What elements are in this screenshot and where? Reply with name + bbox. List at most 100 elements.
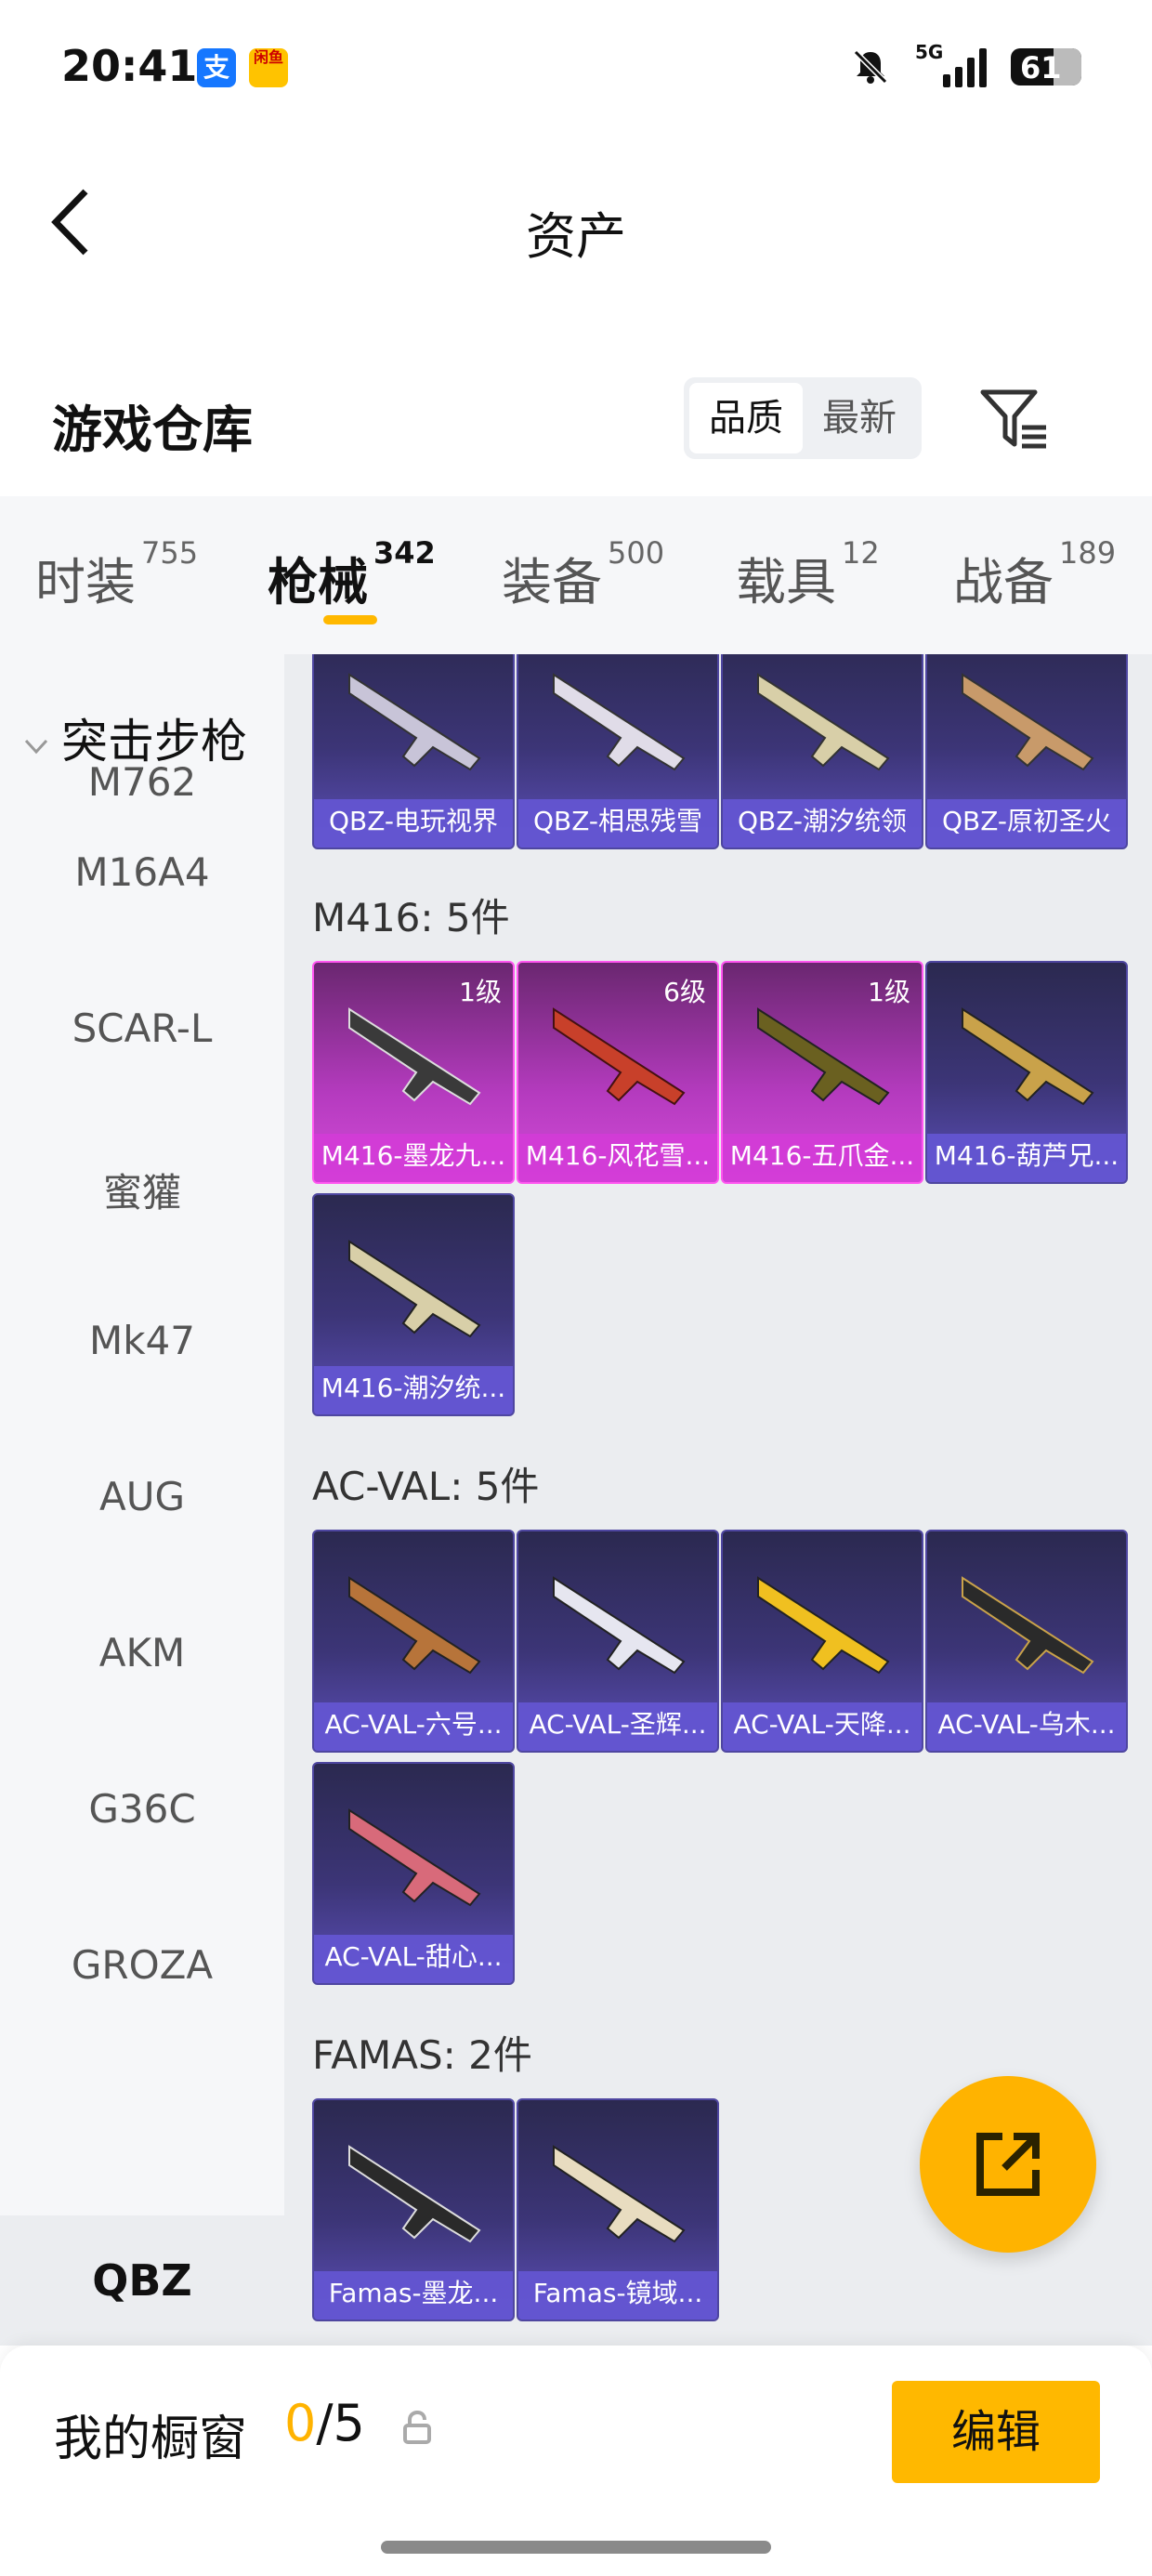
share-external-icon [976,2133,1040,2196]
network-label: 5G [915,41,944,63]
weapon-card[interactable]: Famas-墨龙... [312,2098,515,2321]
rifle-icon [553,1007,686,1106]
rifle-icon [553,673,686,771]
rifle-icon [962,1007,1094,1106]
tab-equipment[interactable]: 装备 500 [502,535,664,614]
showcase-bar: 我的橱窗 0/5 编辑 [0,2346,1152,2576]
sidebar-item-m762[interactable]: M762 [0,762,284,803]
tab-vehicles[interactable]: 载具 12 [736,535,880,614]
weapon-name: AC-VAL-乌木... [927,1702,1126,1751]
sort-toggle: 品质 最新 [684,377,922,459]
rifle-icon [757,1576,890,1675]
chevron-down-icon [24,739,48,754]
weapon-card[interactable]: QBZ-相思残雪 [517,654,719,849]
weapon-name: Famas-墨龙... [314,2271,513,2320]
status-bar: 20:41 支 闲鱼 5G 61 [0,0,1152,130]
rifle-icon [553,1576,686,1675]
signal-icon: 5G [915,41,987,87]
weapon-card[interactable]: AC-VAL-圣辉... [517,1530,719,1753]
weapon-name: M416-墨龙九... [314,1134,513,1182]
weapon-card[interactable]: AC-VAL-乌木... [925,1530,1128,1753]
weapon-name: M416-潮汐统... [314,1366,513,1414]
rifle-icon [962,1576,1094,1675]
weapon-name: QBZ-原初圣火 [927,799,1126,848]
showcase-total: /5 [316,2394,365,2452]
bell-muted-icon [853,49,888,85]
warehouse-header: 游戏仓库 品质 最新 [0,353,1152,483]
sort-quality-button[interactable]: 品质 [689,383,803,453]
tab-fashion[interactable]: 时装 755 [35,535,198,614]
tab-count: 755 [141,535,199,571]
rifle-icon [757,673,890,771]
rifle-icon [757,1007,890,1106]
weapon-name: AC-VAL-六号... [314,1702,513,1751]
weapon-card[interactable]: M416-葫芦兄... [925,961,1128,1184]
rifle-icon [962,673,1094,771]
weapon-type-sidebar: 突击步枪 M762 M16A4 SCAR-L 蜜獾 Mk47 AUG AKM G… [0,654,284,2346]
weapon-card[interactable]: 1级 M416-墨龙九... [312,961,515,1184]
active-tab-indicator [323,615,377,624]
page-header: 资产 [0,139,1152,307]
weapon-card[interactable]: AC-VAL-天降... [721,1530,923,1753]
category-tabs: 时装 755 枪械 342 装备 500 载具 12 战备 189 [0,496,1152,654]
alipay-icon: 支 [197,48,236,87]
battery-icon: 61 [1011,48,1081,85]
weapon-name: M416-五爪金... [723,1134,922,1182]
weapon-name: M416-风花雪... [518,1134,717,1182]
sidebar-item-g36c[interactable]: G36C [0,1786,284,1832]
weapon-name: AC-VAL-圣辉... [518,1702,717,1751]
weapon-name: QBZ-潮汐统领 [723,799,922,848]
sidebar-item-qbz[interactable]: QBZ [0,2215,284,2346]
home-indicator[interactable] [381,2541,771,2554]
battery-level: 61 [1020,50,1062,85]
weapon-card[interactable]: Famas-镜域... [517,2098,719,2321]
section-title: M416: 5件 [312,895,510,940]
sidebar-item-akm[interactable]: AKM [0,1630,284,1676]
page-title: 资产 [526,207,626,266]
rifle-icon [553,2145,686,2243]
weapon-card[interactable]: QBZ-电玩视界 [312,654,515,849]
weapon-name: QBZ-相思残雪 [518,799,717,848]
rifle-icon [348,2145,481,2243]
sidebar-item-aug[interactable]: AUG [0,1474,284,1519]
showcase-count: 0/5 [284,2394,365,2452]
weapon-card[interactable]: QBZ-潮汐统领 [721,654,923,849]
share-button[interactable] [920,2076,1096,2253]
section-title: FAMAS: 2件 [312,2032,532,2078]
rifle-icon [348,1576,481,1675]
tab-count: 189 [1059,535,1117,571]
weapon-name: AC-VAL-甜心... [314,1935,513,1983]
rifle-icon [348,1240,481,1338]
weapon-card[interactable]: QBZ-原初圣火 [925,654,1128,849]
weapon-name: QBZ-电玩视界 [314,799,513,848]
weapon-card[interactable]: 1级 M416-五爪金... [721,961,923,1184]
weapon-card[interactable]: AC-VAL-甜心... [312,1762,515,1985]
sidebar-item-m16a4[interactable]: M16A4 [0,849,284,895]
showcase-current: 0 [284,2394,317,2452]
lock-icon [403,2410,431,2444]
tab-supplies[interactable]: 战备 189 [953,535,1116,614]
weapon-name: Famas-镜域... [518,2271,717,2320]
weapon-card[interactable]: M416-潮汐统... [312,1193,515,1416]
sidebar-item-groza[interactable]: GROZA [0,1942,284,1988]
sidebar-item-mk47[interactable]: Mk47 [0,1318,284,1363]
weapon-card[interactable]: 6级 M416-风花雪... [517,961,719,1184]
rifle-icon [348,1007,481,1106]
filter-icon[interactable] [979,387,1050,453]
tab-count: 342 [373,535,436,571]
status-time: 20:41 [61,41,198,91]
sort-latest-button[interactable]: 最新 [803,383,916,453]
tab-guns[interactable]: 枪械 342 [268,535,436,614]
rifle-icon [348,1808,481,1907]
sidebar-item-scar-l[interactable]: SCAR-L [0,1005,284,1051]
edit-button[interactable]: 编辑 [892,2381,1100,2483]
showcase-label: 我的橱窗 [54,2412,248,2467]
tab-count: 12 [842,535,880,571]
weapon-card[interactable]: AC-VAL-六号... [312,1530,515,1753]
warehouse-title: 游戏仓库 [52,401,253,459]
rifle-icon [348,673,481,771]
sidebar-item-honey-badger[interactable]: 蜜獾 [0,1162,284,1218]
app-icon: 闲鱼 [249,48,288,87]
section-title: AC-VAL: 5件 [312,1464,540,1509]
weapon-name: AC-VAL-天降... [723,1702,922,1751]
